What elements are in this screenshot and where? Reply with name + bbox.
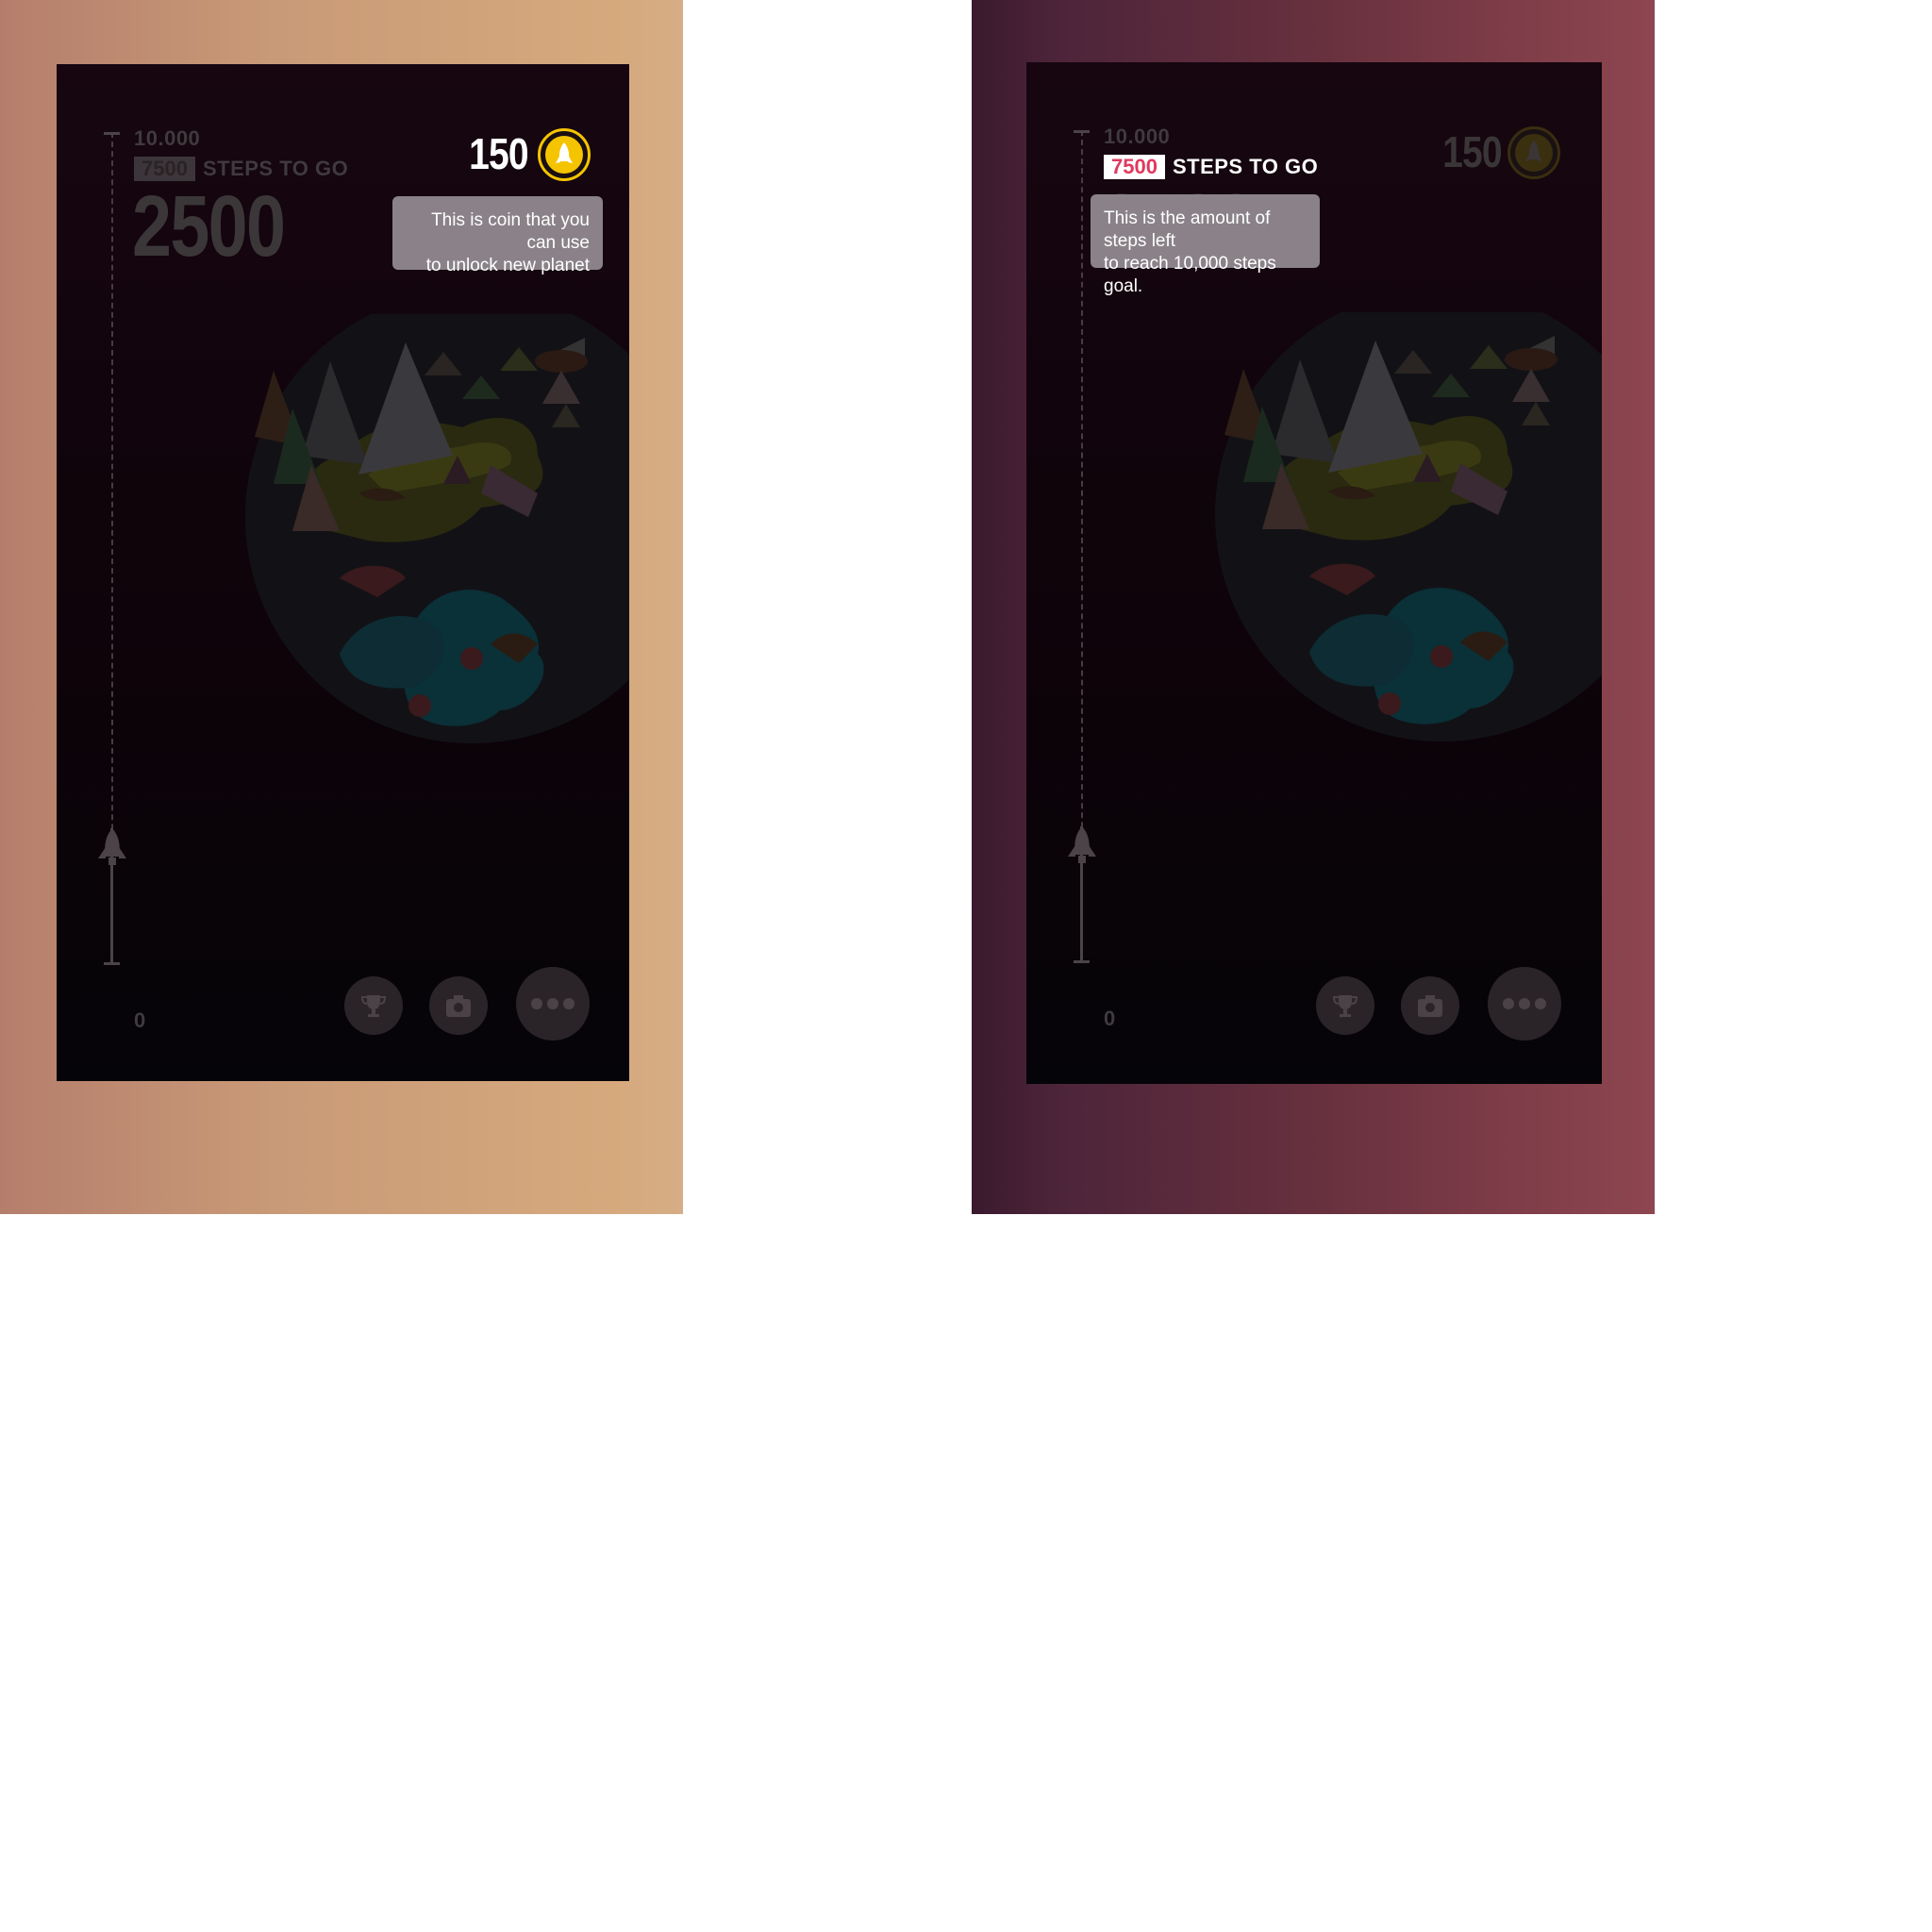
phone-screen: 10.000 7500 STEPS TO GO 2500 0 150 This … bbox=[1026, 62, 1602, 1084]
screenshot-panel-coin-tooltip: 10.000 7500 STEPS TO GO 2500 0 150 This … bbox=[0, 0, 683, 1214]
more-button[interactable] bbox=[516, 967, 590, 1041]
phone-screen: 10.000 7500 STEPS TO GO 2500 0 150 This … bbox=[57, 64, 629, 1081]
planet-illustration bbox=[1215, 312, 1602, 741]
rocket-icon bbox=[1068, 826, 1096, 863]
rocket-icon bbox=[98, 828, 126, 865]
steps-tooltip: This is the amount of steps left to reac… bbox=[1091, 194, 1320, 296]
camera-icon bbox=[1418, 995, 1442, 1017]
camera-icon bbox=[446, 995, 471, 1017]
rocket-coin-icon[interactable] bbox=[538, 128, 591, 181]
tooltip-line-1: This is the amount of steps left bbox=[1104, 208, 1271, 251]
trophy-icon bbox=[360, 995, 387, 1017]
coin-count: 150 bbox=[1442, 127, 1503, 176]
trophy-button[interactable] bbox=[344, 976, 403, 1035]
camera-button[interactable] bbox=[1401, 976, 1459, 1035]
track-bottom-cap bbox=[1074, 960, 1090, 963]
more-button[interactable] bbox=[1488, 967, 1561, 1041]
trophy-icon bbox=[1332, 995, 1358, 1017]
camera-button[interactable] bbox=[429, 976, 488, 1035]
goal-steps-label: 10.000 bbox=[1104, 125, 1171, 148]
current-steps-count: 2500 bbox=[132, 178, 286, 275]
track-top-cap bbox=[1074, 130, 1090, 133]
more-dots-icon bbox=[531, 998, 575, 1009]
more-dots-icon bbox=[1503, 998, 1546, 1009]
tooltip-line-1: This is coin that you can use bbox=[431, 210, 590, 253]
coin-count: 150 bbox=[469, 129, 529, 178]
goal-steps-label: 10.000 bbox=[134, 126, 201, 150]
coin-tooltip: This is coin that you can use to unlock … bbox=[392, 196, 603, 275]
track-top-cap bbox=[104, 132, 120, 135]
screenshot-panel-steps-tooltip: 10.000 7500 STEPS TO GO 2500 0 150 This … bbox=[972, 0, 1655, 1214]
rocket-coin-icon[interactable] bbox=[1507, 126, 1560, 179]
track-bottom-cap bbox=[104, 962, 120, 965]
track-zero-label: 0 bbox=[1104, 1007, 1116, 1030]
trophy-button[interactable] bbox=[1316, 976, 1374, 1035]
tooltip-line-2: to unlock new planet bbox=[425, 256, 590, 275]
tooltip-line-2: to reach 10,000 steps goal. bbox=[1104, 254, 1276, 296]
planet-illustration bbox=[245, 314, 629, 743]
track-zero-label: 0 bbox=[134, 1008, 146, 1032]
